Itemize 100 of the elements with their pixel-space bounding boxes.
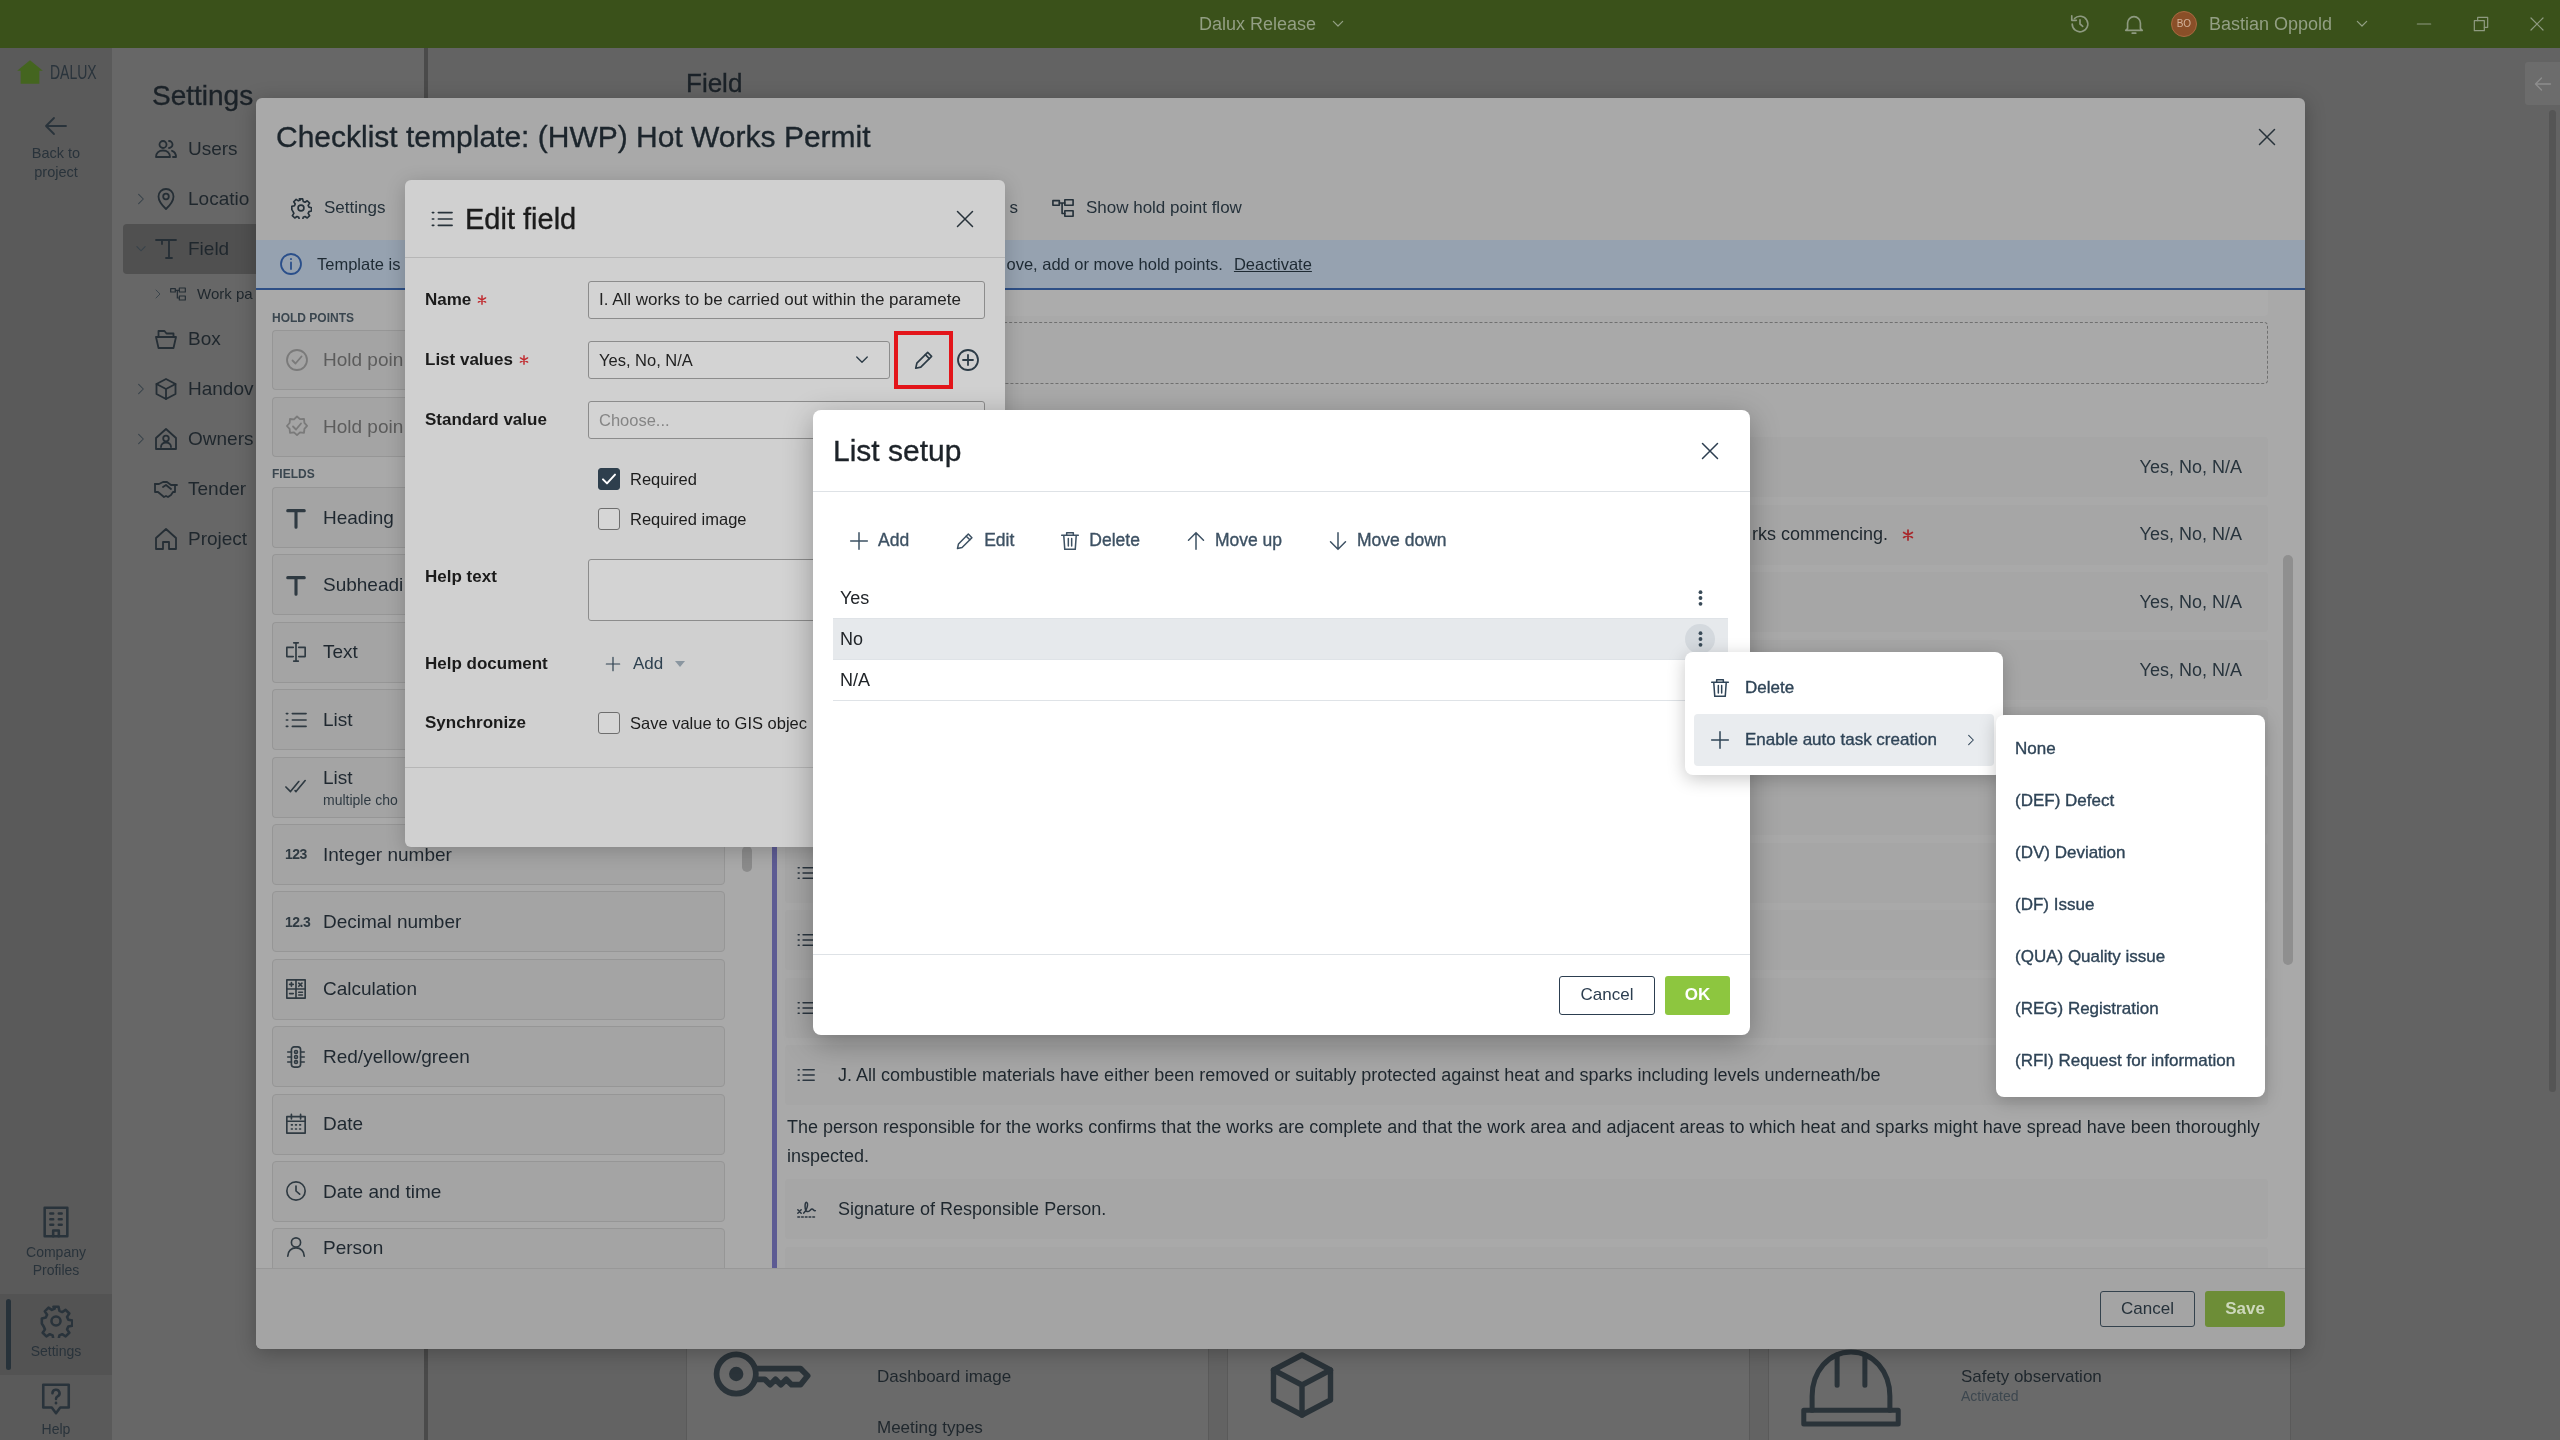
toolbar-button[interactable]: Move down — [1322, 520, 1453, 562]
more-button[interactable] — [1685, 624, 1715, 654]
menu-item[interactable]: None — [1996, 723, 2265, 775]
field-type-item[interactable]: Date and time — [272, 1160, 725, 1222]
list-values-select[interactable]: Yes, No, N/A — [588, 341, 890, 379]
settings-icon — [290, 197, 312, 219]
plus-icon — [849, 531, 869, 551]
letter-t-icon — [285, 506, 307, 529]
toolbar-button[interactable]: Edit — [949, 520, 1021, 562]
person-icon — [285, 1236, 307, 1259]
arrow-up-icon — [1185, 531, 1206, 551]
key-icon — [713, 1349, 813, 1399]
check-circle-icon — [285, 348, 309, 372]
diagram-icon — [170, 286, 186, 302]
project-switcher[interactable]: Dalux Release — [1198, 12, 1347, 36]
value-row[interactable]: No — [833, 619, 1728, 660]
toolbar-button[interactable]: Show hold point flow — [1051, 197, 1242, 219]
field-label: Help document — [425, 654, 548, 674]
menu-item[interactable]: (DF) Issue — [1996, 879, 2265, 931]
value-row[interactable]: N/A — [833, 660, 1685, 701]
scrollbar-thumb[interactable] — [742, 846, 752, 872]
edit-list-button[interactable] — [894, 331, 953, 389]
section-label: FIELDS — [272, 466, 315, 482]
badge-check-icon — [285, 415, 309, 439]
field-type-item[interactable]: Red/yellow/green — [272, 1026, 725, 1088]
description-text: The person responsible for the works confirms that the works are complete and that the work area and adjacent areas to which heat and sparks might have spread have been thoroughly inspected. — [787, 1115, 2261, 1168]
subtitle-text: multiple cho — [323, 791, 398, 808]
field-type-item[interactable]: Date — [272, 1093, 725, 1155]
field-label: J. All combustible materials have either been removed or suitably protected against heat and sparks including levels underneath/be — [838, 1064, 1881, 1087]
field-type-item[interactable]: 12.3 Decimal number — [272, 891, 725, 953]
house-icon — [154, 527, 178, 551]
users-icon — [154, 137, 178, 161]
crane-icon — [154, 237, 178, 261]
trash-icon — [1710, 678, 1730, 698]
bell-icon[interactable] — [2122, 13, 2145, 35]
menu-item[interactable]: (REG) Registration — [1996, 983, 2265, 1035]
outline-button[interactable]: Cancel — [1559, 975, 1655, 1015]
field-type-item[interactable]: Person — [272, 1228, 725, 1268]
scrollbar-thumb[interactable] — [2283, 555, 2293, 965]
toolbar-button[interactable]: s — [1009, 197, 1018, 219]
checkbox-label: Save value to GIS objec — [630, 712, 808, 734]
cube-icon — [154, 377, 178, 401]
close-icon[interactable] — [2257, 127, 2277, 147]
field-label: Synchronize — [425, 713, 527, 733]
page-title: Field — [686, 68, 743, 98]
menu-item[interactable]: Enable auto task creation — [1694, 714, 1994, 766]
outline-button[interactable]: Cancel — [2100, 1291, 2195, 1327]
number-icon: 123 — [285, 846, 307, 863]
kebab-icon — [1697, 589, 1703, 607]
toolbar-button[interactable]: Add — [843, 520, 916, 562]
user-menu-button[interactable]: BO Bastian Oppold — [2170, 11, 2370, 37]
menu-item[interactable]: Delete — [1694, 662, 1994, 714]
field-value: Yes, No, N/A — [2139, 455, 2242, 479]
add-button[interactable]: Add — [598, 649, 693, 679]
close-icon[interactable] — [1700, 440, 1720, 461]
add-circle-icon[interactable] — [956, 348, 980, 372]
field-label: Standard value — [425, 410, 547, 430]
field-label: List values — [425, 350, 513, 370]
checkbox[interactable] — [598, 468, 620, 490]
calculator-icon — [285, 978, 307, 1001]
clock-icon — [285, 1180, 307, 1203]
checkbox[interactable] — [598, 508, 620, 530]
arrow-left-icon — [2533, 74, 2552, 93]
field-type-item[interactable]: List — [272, 689, 405, 751]
toolbar-button[interactable]: Move up — [1179, 520, 1288, 562]
text-cursor-icon — [285, 641, 307, 664]
close-icon[interactable] — [955, 208, 975, 229]
checkbox[interactable] — [598, 712, 620, 734]
toolbar-button[interactable]: Settings — [290, 197, 386, 219]
pencil-icon — [955, 531, 976, 551]
checkmark-icon — [601, 471, 617, 487]
field-type-item[interactable]: Calculation — [272, 958, 725, 1020]
menu-item[interactable]: (DEF) Defect — [1996, 775, 2265, 827]
field-type-item[interactable]: List multiple cho — [272, 756, 405, 818]
text-field[interactable]: I. All works to be carried out within the paramete — [588, 281, 985, 319]
history-icon[interactable] — [2068, 13, 2091, 35]
field-value: Yes, No, N/A — [2139, 523, 2242, 546]
trash-icon — [1060, 531, 1081, 551]
checkbox-label: Required — [630, 468, 697, 490]
section-label: HOLD POINTS — [272, 310, 354, 326]
field-type-item[interactable]: Heading — [272, 487, 405, 548]
house-person-icon — [154, 427, 178, 451]
menu-item[interactable]: (QUA) Quality issue — [1996, 931, 2265, 983]
number-icon: 12.3 — [285, 913, 311, 930]
kebab-icon — [1697, 630, 1703, 648]
plus-icon — [1710, 730, 1730, 750]
field-label: Help text — [425, 567, 497, 587]
field-label: rks commencing. — [1752, 523, 1889, 546]
menu-item[interactable]: (DV) Deviation — [1996, 827, 2265, 879]
restore-icon[interactable] — [2473, 16, 2489, 32]
arrow-down-icon — [1328, 531, 1348, 551]
field-label: Name — [425, 290, 472, 310]
card-title: Safety observation — [1961, 1367, 2102, 1387]
deactivate-link[interactable]: Deactivate — [1233, 253, 1312, 275]
toolbar-button[interactable]: Delete — [1054, 520, 1146, 562]
field-label: Signature of Responsible Person. — [838, 1197, 1107, 1221]
banner-text: Template is — [317, 253, 401, 275]
field-type-item[interactable]: Subheadi — [272, 554, 405, 616]
flow-diagram-icon — [1051, 197, 1074, 219]
field-type-item[interactable]: Text — [272, 621, 405, 683]
